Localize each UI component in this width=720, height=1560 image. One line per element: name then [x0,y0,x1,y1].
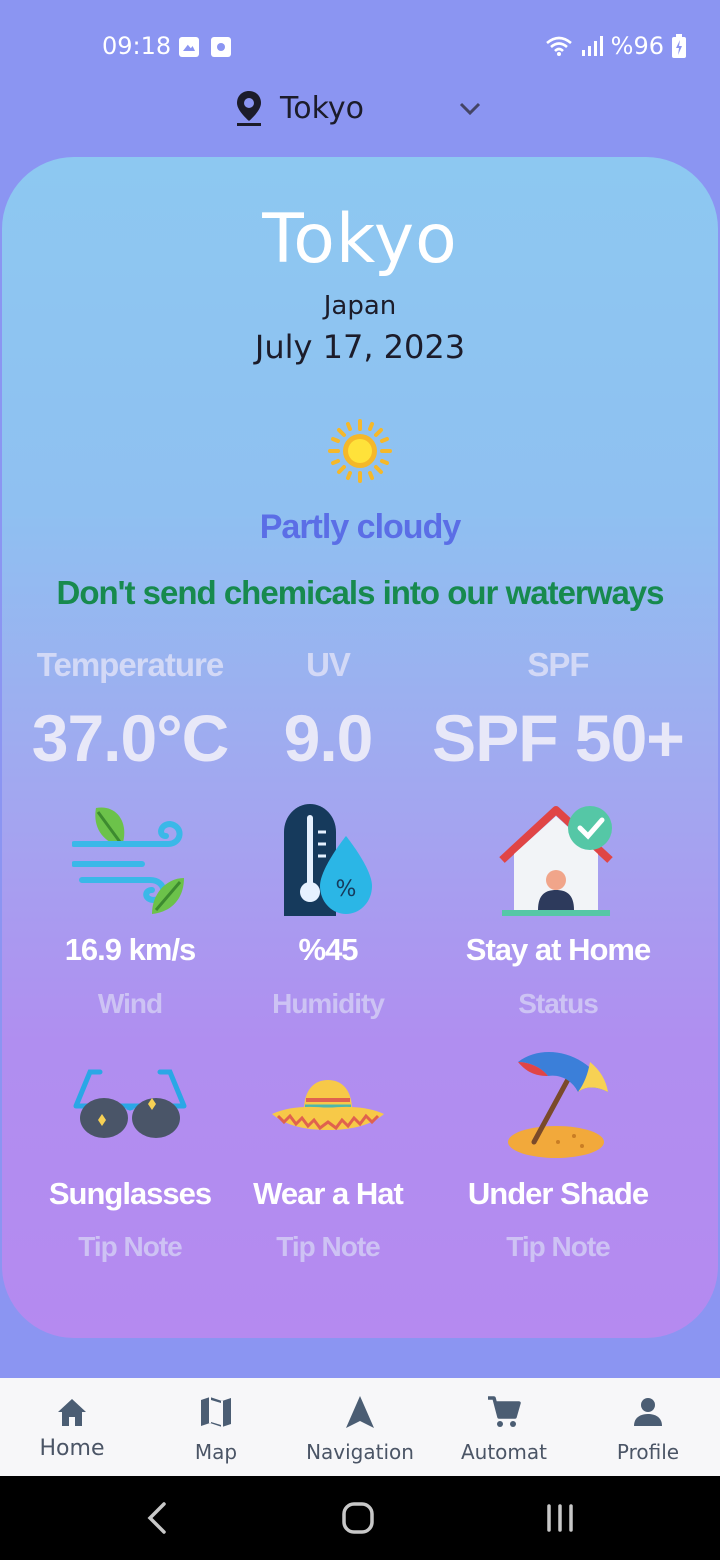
location-pin-icon [234,89,264,127]
status-right: %96 [545,32,686,60]
status-bar: 09:18 %96 [0,0,720,92]
spf-value: SPF 50+ [432,701,685,775]
wind-icon [71,802,188,918]
wind-caption: Wind [97,988,163,1019]
location-selector[interactable]: Tokyo [234,86,488,130]
status-value: Stay at Home [465,932,651,967]
temperature-label: Temperature [36,646,224,683]
nav-navigation-label: Navigation [306,1440,414,1464]
status-caption: Status [518,988,599,1019]
weather-condition: Partly cloudy [259,508,462,546]
temperature-value: 37.0°C [31,701,230,775]
gallery-icon [179,37,199,57]
humidity-caption: Humidity [272,988,385,1019]
nav-navigation[interactable]: Navigation [288,1378,432,1476]
wifi-icon [545,35,573,57]
eco-message: Don't send chemicals into our waterways [56,574,664,611]
sun-icon [327,418,393,484]
city-name: Tokyo [262,200,458,279]
nav-profile-label: Profile [616,1440,680,1464]
tip-hat-caption: Tip Note [276,1231,380,1262]
status-time: 09:18 [102,32,172,60]
humidity-value: %45 [298,932,358,967]
signal-icon [581,35,603,57]
tip-hat-value: Wear a Hat [253,1176,404,1211]
location-value: Tokyo [280,90,364,126]
svg-text:%: % [336,877,357,902]
sunglasses-icon [72,1046,188,1162]
tip-sunglasses-caption: Tip Note [78,1231,182,1262]
profile-icon [630,1394,666,1430]
date: July 17, 2023 [254,328,466,366]
uv-value: 9.0 [283,701,374,775]
tip-shade-caption: Tip Note [506,1231,610,1262]
navigation-icon [342,1394,378,1430]
back-icon[interactable] [138,1498,178,1538]
battery-percent: %96 [610,32,664,60]
country-name: Japan [323,291,397,321]
system-nav-bar [0,1476,720,1560]
recents-icon[interactable] [540,1498,580,1538]
battery-charging-icon [672,34,686,58]
tip-shade-value: Under Shade [467,1176,649,1211]
tip-sunglasses-value: Sunglasses [48,1176,212,1211]
nav-home-label: Home [39,1436,105,1461]
home-button-icon[interactable] [338,1498,378,1538]
nav-automat-label: Automat [460,1440,547,1464]
wind-value: 16.9 km/s [64,932,197,967]
map-icon [198,1394,234,1430]
nav-profile[interactable]: Profile [576,1378,720,1476]
nav-home[interactable]: Home [0,1378,144,1476]
house-check-icon [498,802,614,918]
beach-umbrella-icon [498,1046,614,1162]
hat-icon [270,1046,386,1162]
nav-map-label: Map [194,1440,238,1464]
uv-label: UV [306,646,351,683]
nav-automat[interactable]: Automat [432,1378,576,1476]
bottom-nav: Home Map Navigation Automat Profile [0,1378,720,1476]
camera-icon [211,37,231,57]
spf-label: SPF [527,646,589,683]
home-icon [54,1394,90,1430]
chevron-down-icon[interactable] [458,96,482,120]
humidity-icon: % [270,802,386,918]
cart-icon [486,1394,522,1430]
nav-map[interactable]: Map [144,1378,288,1476]
